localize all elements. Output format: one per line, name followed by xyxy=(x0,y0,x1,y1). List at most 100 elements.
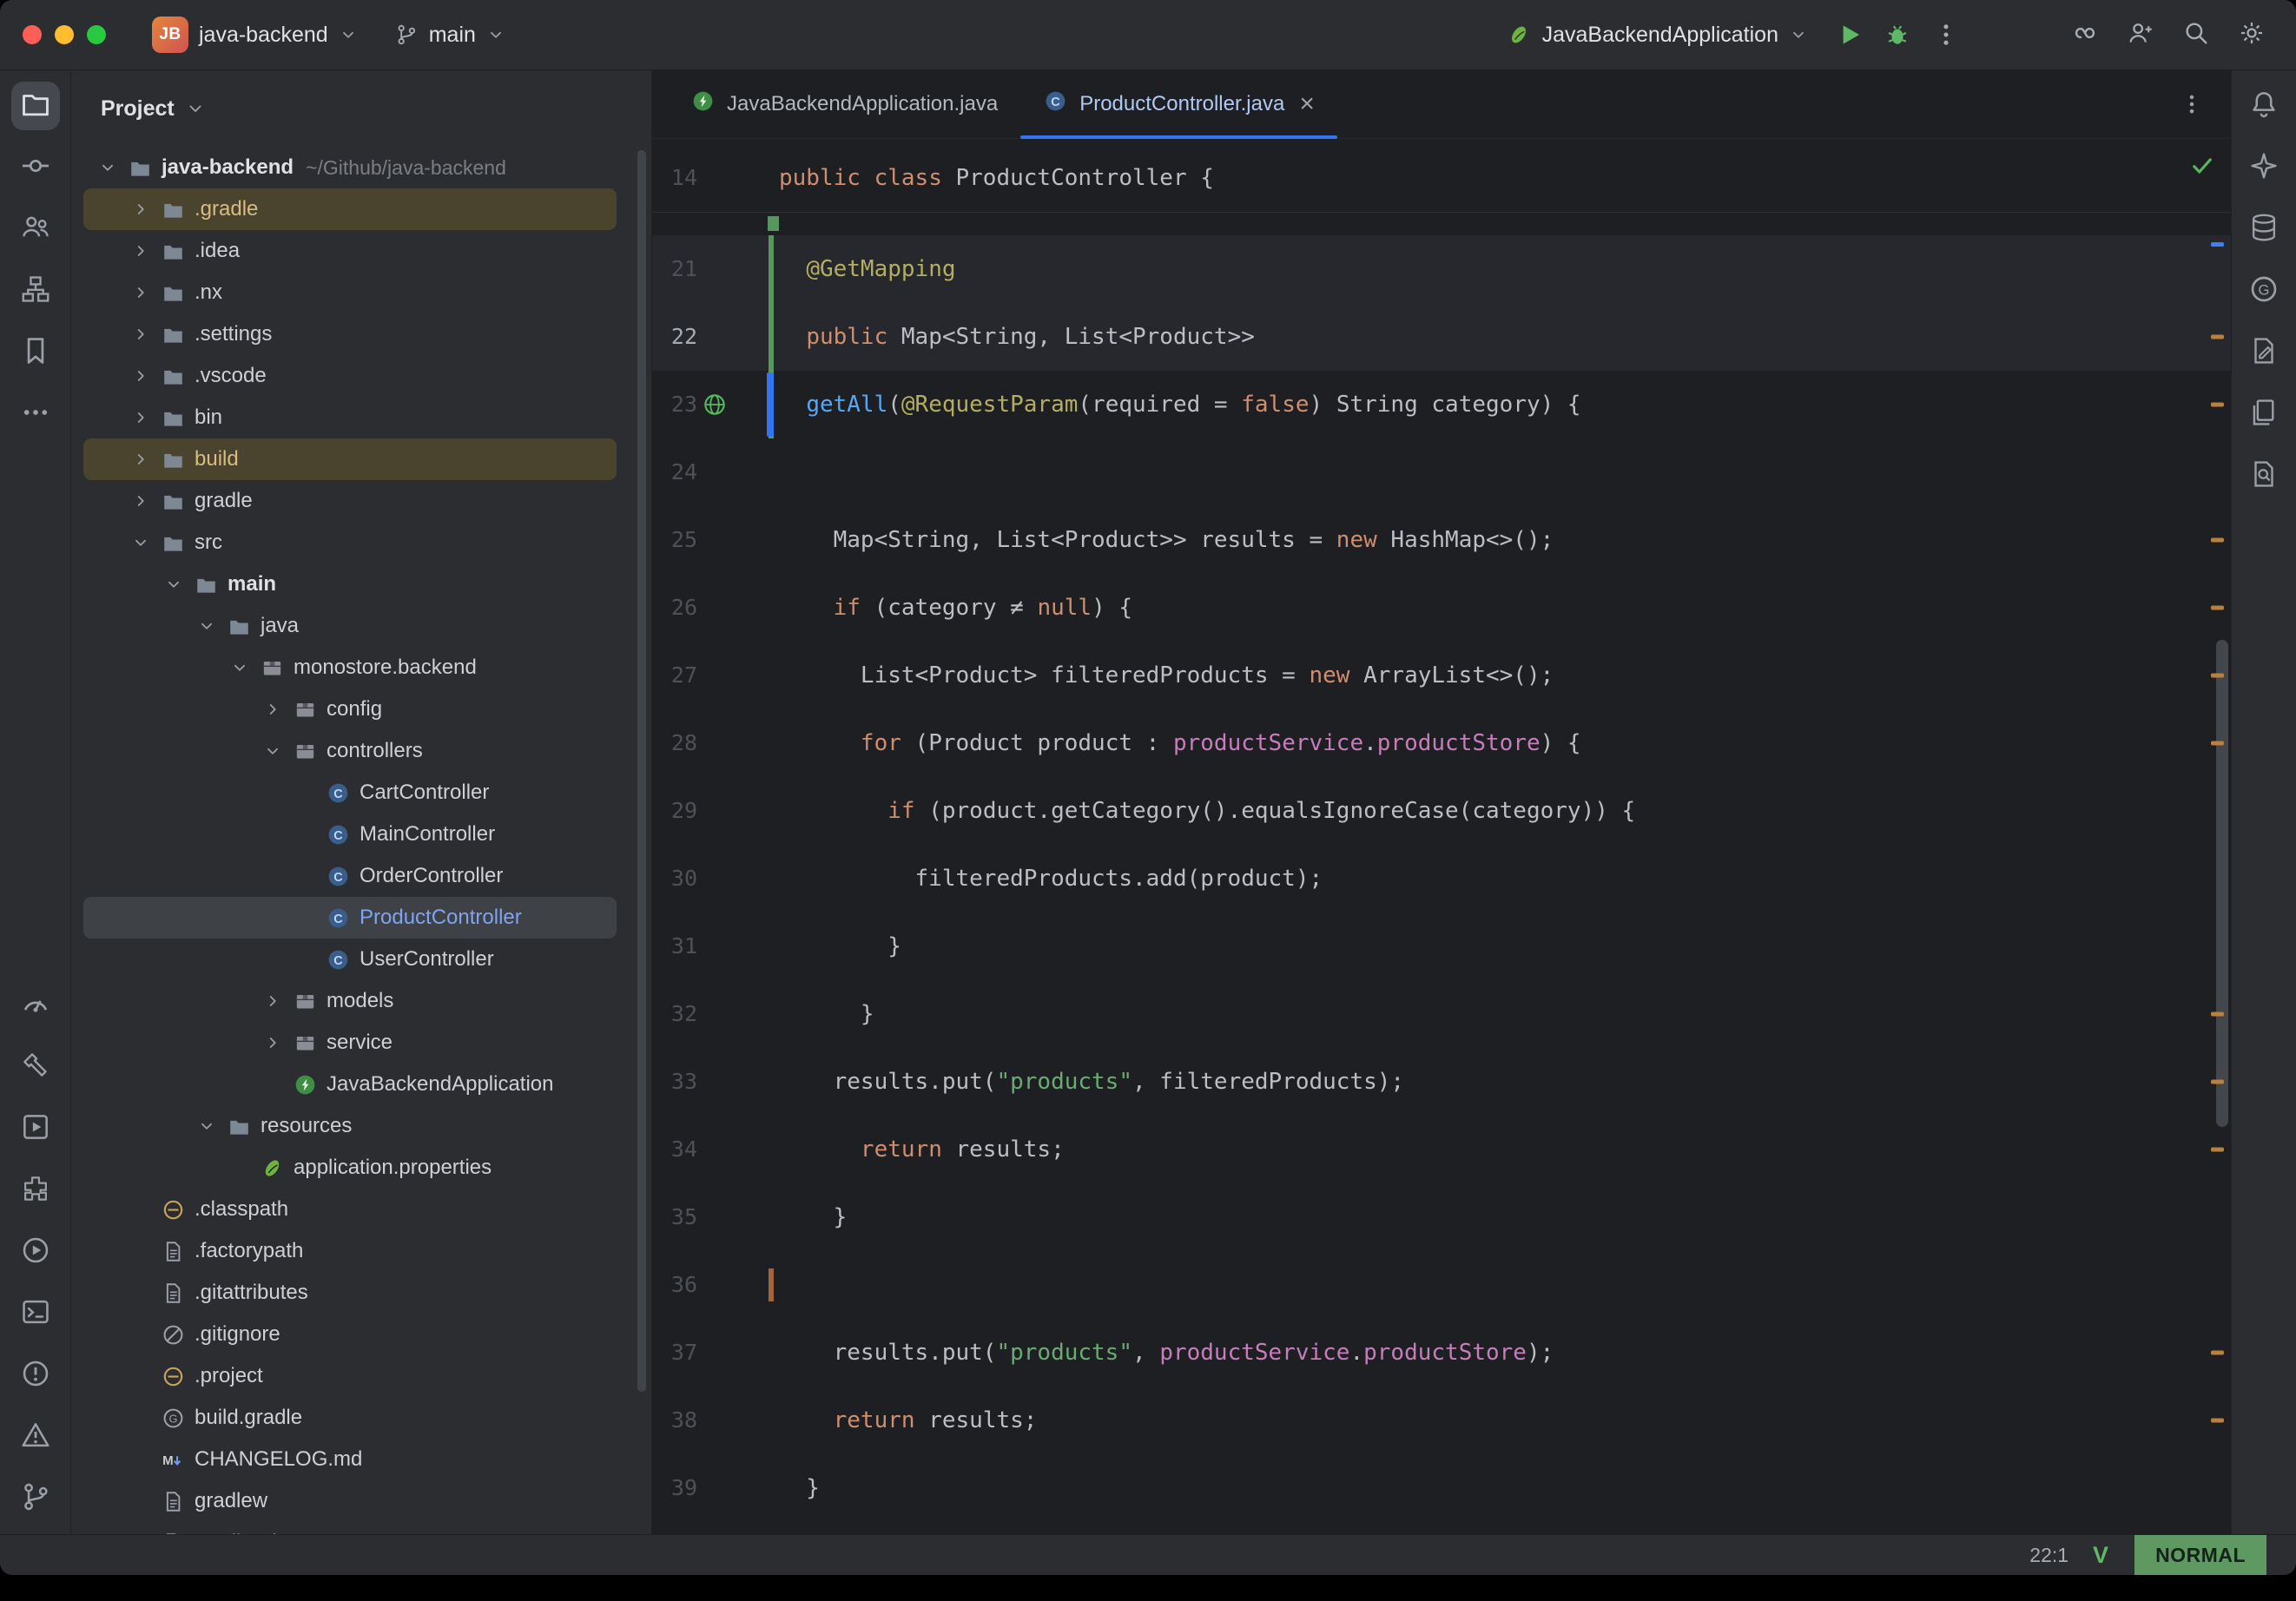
tree-item-vscode[interactable]: .vscode xyxy=(83,355,617,397)
code-with-me-button[interactable] xyxy=(2119,13,2162,56)
chevron-right-icon[interactable] xyxy=(257,694,288,725)
tree-item-productcontroller[interactable]: CProductController xyxy=(83,897,617,939)
code-line-30[interactable]: 30 filteredProducts.add(product); xyxy=(652,845,2231,913)
tree-item-application-properties[interactable]: application.properties xyxy=(83,1147,617,1189)
notifications-tool-button[interactable] xyxy=(2240,82,2288,130)
code-line-23[interactable]: 23 getAll(@RequestParam(required = false… xyxy=(652,371,2231,438)
tree-item-project[interactable]: .project xyxy=(83,1355,617,1397)
tree-item-main[interactable]: main xyxy=(83,563,617,605)
code-line-26[interactable]: 26 if (category ≠ null) { xyxy=(652,574,2231,642)
line-number[interactable]: 35 xyxy=(652,1183,697,1251)
line-number[interactable]: 21 xyxy=(652,235,697,303)
profiler-tool-button[interactable] xyxy=(11,981,60,1030)
pull-requests-tool-button[interactable] xyxy=(11,205,60,254)
problems-tool-button[interactable] xyxy=(11,1351,60,1400)
tree-item-idea[interactable]: .idea xyxy=(83,230,617,272)
code-line-14[interactable]: 14public class ProductController { xyxy=(652,144,2231,212)
commit-tool-button[interactable] xyxy=(11,143,60,192)
line-number[interactable]: 14 xyxy=(652,144,697,212)
code-line-35[interactable]: 35 } xyxy=(652,1183,2231,1251)
ai-assistant-button[interactable] xyxy=(2063,13,2107,56)
code-line-31[interactable]: 31 } xyxy=(652,913,2231,980)
zoom-button[interactable] xyxy=(87,25,106,44)
minimize-button[interactable] xyxy=(55,25,74,44)
terminal-tool-button[interactable] xyxy=(11,1289,60,1338)
line-number[interactable]: 38 xyxy=(652,1387,697,1454)
chevron-right-icon[interactable] xyxy=(125,485,156,517)
build-tool-button[interactable] xyxy=(11,1043,60,1091)
code-line-28[interactable]: 28 for (Product product : productService… xyxy=(652,709,2231,777)
line-number[interactable]: 25 xyxy=(652,506,697,574)
chevron-down-icon[interactable] xyxy=(191,1110,222,1142)
tree-item-nx[interactable]: .nx xyxy=(83,272,617,313)
tree-item-models[interactable]: models xyxy=(83,980,617,1022)
tree-item-changelog-md[interactable]: MCHANGELOG.md xyxy=(83,1439,617,1480)
chevron-right-icon[interactable] xyxy=(257,985,288,1017)
chevron-right-icon[interactable] xyxy=(257,1027,288,1058)
code-line-37[interactable]: 37 results.put("products", productServic… xyxy=(652,1319,2231,1387)
code-line-25[interactable]: 25 Map<String, List<Product>> results = … xyxy=(652,506,2231,574)
warnings-tool-button[interactable] xyxy=(11,1413,60,1461)
line-number[interactable]: 32 xyxy=(652,980,697,1048)
chevron-down-icon[interactable] xyxy=(125,527,156,558)
chevron-right-icon[interactable] xyxy=(125,319,156,350)
tree-item-gitignore[interactable]: .gitignore xyxy=(83,1314,617,1355)
persistence-tool-button[interactable] xyxy=(2240,328,2288,377)
editor-options-button[interactable] xyxy=(2170,82,2214,126)
chevron-right-icon[interactable] xyxy=(125,360,156,392)
bookmarks-tool-button[interactable] xyxy=(11,328,60,377)
tree-item-maincontroller[interactable]: CMainController xyxy=(83,814,617,855)
chevron-down-icon[interactable] xyxy=(224,652,255,683)
line-number[interactable]: 23 xyxy=(652,371,697,438)
chevron-right-icon[interactable] xyxy=(125,444,156,475)
tab-productcontroller-java[interactable]: CProductController.java× xyxy=(1020,70,1337,138)
branch-widget[interactable]: main xyxy=(380,16,519,55)
code-line-21[interactable]: 21 @GetMapping xyxy=(652,235,2231,303)
project-scrollbar[interactable] xyxy=(637,150,646,1392)
line-number[interactable]: 39 xyxy=(652,1454,697,1522)
code-line-33[interactable]: 33 results.put("products", filteredProdu… xyxy=(652,1048,2231,1116)
tree-item-bin[interactable]: bin xyxy=(83,397,617,438)
tree-item-javabackendapplication[interactable]: JavaBackendApplication xyxy=(83,1064,617,1105)
folded-region[interactable] xyxy=(652,212,2231,235)
code-line-29[interactable]: 29 if (product.getCategory().equalsIgnor… xyxy=(652,777,2231,845)
ideavim-icon[interactable]: V xyxy=(2093,1542,2108,1569)
run-tool-button[interactable] xyxy=(11,1228,60,1276)
inspections-ok-icon[interactable] xyxy=(2187,151,2217,181)
plugins-tool-button[interactable] xyxy=(11,1166,60,1215)
tree-item-classpath[interactable]: .classpath xyxy=(83,1189,617,1230)
chevron-right-icon[interactable] xyxy=(125,194,156,225)
more-tool-windows-tool-button[interactable] xyxy=(11,390,60,438)
find-tool-button[interactable] xyxy=(2240,451,2288,500)
project-switcher[interactable]: JB java-backend xyxy=(138,10,372,60)
tree-item-cartcontroller[interactable]: CCartController xyxy=(83,772,617,814)
tree-item-controllers[interactable]: controllers xyxy=(83,730,617,772)
line-number[interactable]: 29 xyxy=(652,777,697,845)
code-line-39[interactable]: 39 } xyxy=(652,1454,2231,1522)
line-number[interactable]: 33 xyxy=(652,1048,697,1116)
version-control-tool-button[interactable] xyxy=(11,1474,60,1523)
tree-item-build-gradle[interactable]: Gbuild.gradle xyxy=(83,1397,617,1439)
tree-item-resources[interactable]: resources xyxy=(83,1105,617,1147)
tree-item-build[interactable]: build xyxy=(83,438,617,480)
code-line-34[interactable]: 34 return results; xyxy=(652,1116,2231,1183)
run-button[interactable] xyxy=(1827,13,1870,56)
services-tool-button[interactable] xyxy=(11,1104,60,1153)
line-number[interactable]: 31 xyxy=(652,913,697,980)
close-button[interactable] xyxy=(23,25,42,44)
settings-button[interactable] xyxy=(2230,13,2273,56)
tree-item-gradlew-bat[interactable]: gradlew.bat xyxy=(83,1522,617,1534)
chevron-down-icon[interactable] xyxy=(257,735,288,767)
tree-item-service[interactable]: service xyxy=(83,1022,617,1064)
line-number[interactable]: 36 xyxy=(652,1251,697,1319)
tree-item-gitattributes[interactable]: .gitattributes xyxy=(83,1272,617,1314)
debug-button[interactable] xyxy=(1876,13,1919,56)
code-line-22[interactable]: 22 public Map<String, List<Product>> xyxy=(652,303,2231,371)
tree-item-monostore-backend[interactable]: monostore.backend xyxy=(83,647,617,688)
chevron-right-icon[interactable] xyxy=(125,277,156,308)
line-number[interactable]: 30 xyxy=(652,845,697,913)
chevron-down-icon[interactable] xyxy=(191,610,222,642)
ai-assistant-chat-tool-button[interactable] xyxy=(2240,143,2288,192)
more-run-options-button[interactable] xyxy=(1924,13,1968,56)
structure-tool-button[interactable] xyxy=(11,267,60,315)
